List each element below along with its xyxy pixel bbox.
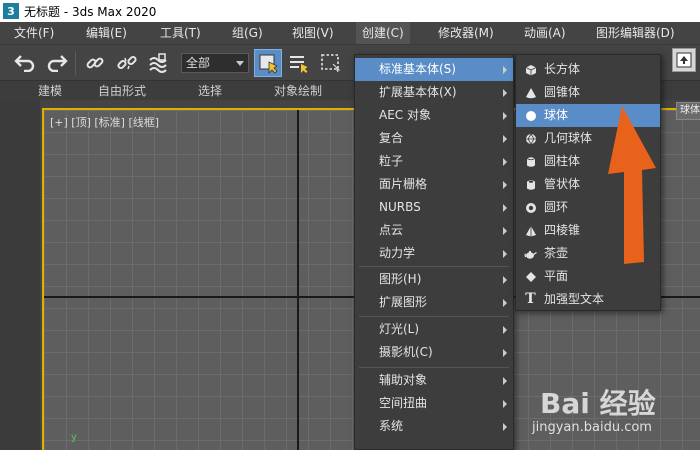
ribbon-tab-object-paint[interactable]: 对象绘制 [274, 81, 322, 101]
create-menu-extended-primitives[interactable]: 扩展基本体(X) [355, 81, 513, 104]
submenu-arrow-icon [503, 250, 507, 258]
menu-group[interactable]: 组(G) [226, 22, 269, 44]
unlink-icon[interactable] [114, 50, 140, 76]
grid-axis-vertical [297, 110, 299, 450]
title-bar: 3 无标题 - 3ds Max 2020 [0, 0, 700, 22]
create-menu-standard-primitives[interactable]: 标准基本体(S) [355, 58, 513, 81]
annotation-arrow [608, 106, 656, 264]
menu-view[interactable]: 视图(V) [286, 22, 340, 44]
command-panel-button[interactable] [672, 48, 696, 72]
plane-icon [524, 270, 537, 283]
toolbar-divider [75, 51, 76, 75]
create-menu-helpers[interactable]: 辅助对象 [355, 369, 513, 392]
watermark-logo: Bai 经验 [540, 387, 656, 420]
create-menu-systems[interactable]: 系统 [355, 415, 513, 438]
select-object-button[interactable] [254, 49, 282, 77]
menu-separator [359, 266, 509, 267]
pyramid-icon [524, 224, 537, 237]
create-menu-aec-objects[interactable]: AEC 对象 [355, 104, 513, 127]
submenu-arrow-icon [503, 400, 507, 408]
primitive-plane[interactable]: 平面 [516, 265, 660, 288]
app-logo-icon: 3 [3, 3, 19, 19]
axis-gizmo-y: y [71, 432, 77, 443]
menu-edit[interactable]: 编辑(E) [80, 22, 133, 44]
teapot-icon [524, 247, 537, 260]
select-by-name-icon[interactable] [286, 50, 312, 76]
redo-icon[interactable] [44, 50, 70, 76]
chevron-down-icon [236, 61, 244, 66]
selection-filter-value: 全部 [186, 56, 211, 70]
create-menu-shapes[interactable]: 图形(H) [355, 268, 513, 291]
link-icon[interactable] [82, 50, 108, 76]
geosphere-icon [524, 132, 537, 145]
ribbon-tab-freeform[interactable]: 自由形式 [98, 81, 146, 101]
submenu-arrow-icon [503, 423, 507, 431]
sphere-icon [524, 109, 537, 122]
submenu-arrow-icon [503, 135, 507, 143]
submenu-arrow-icon [503, 66, 507, 74]
ribbon-tab-selection[interactable]: 选择 [198, 81, 222, 101]
menu-animation[interactable]: 动画(A) [518, 22, 572, 44]
menu-file[interactable]: 文件(F) [8, 22, 60, 44]
menu-create[interactable]: 创建(C) [356, 22, 410, 44]
submenu-arrow-icon [503, 299, 507, 307]
ribbon-tab-modeling[interactable]: 建模 [38, 81, 62, 101]
cylinder-icon [524, 155, 537, 168]
left-panel [0, 100, 40, 450]
menu-separator [359, 367, 509, 368]
create-menu-compound[interactable]: 复合 [355, 127, 513, 150]
menu-modifiers[interactable]: 修改器(M) [432, 22, 500, 44]
create-menu-point-cloud[interactable]: 点云 [355, 219, 513, 242]
submenu-arrow-icon [503, 227, 507, 235]
create-menu-lights[interactable]: 灯光(L) [355, 318, 513, 341]
create-menu: 标准基本体(S) 扩展基本体(X) AEC 对象 复合 粒子 面片栅格 NURB… [354, 54, 514, 450]
cone-icon [524, 86, 537, 99]
submenu-arrow-icon [503, 377, 507, 385]
menu-graph-editors[interactable]: 图形编辑器(D) [590, 22, 681, 44]
box-icon [524, 63, 537, 76]
create-menu-patch-grids[interactable]: 面片栅格 [355, 173, 513, 196]
submenu-arrow-icon [503, 276, 507, 284]
window-title: 无标题 - 3ds Max 2020 [24, 4, 157, 19]
create-menu-space-warps[interactable]: 空间扭曲 [355, 392, 513, 415]
create-menu-dynamics[interactable]: 动力学 [355, 242, 513, 265]
submenu-arrow-icon [503, 204, 507, 212]
viewport-label[interactable]: [+] [顶] [标准] [线框] [50, 114, 159, 130]
create-menu-particles[interactable]: 粒子 [355, 150, 513, 173]
submenu-arrow-icon [503, 349, 507, 357]
primitive-cone[interactable]: 圆锥体 [516, 81, 660, 104]
selection-filter-dropdown[interactable]: 全部 [181, 53, 249, 73]
menu-separator [359, 316, 509, 317]
primitive-box[interactable]: 长方体 [516, 58, 660, 81]
submenu-arrow-icon [503, 89, 507, 97]
primitive-text-plus[interactable]: T 加强型文本 [516, 288, 660, 311]
menu-tools[interactable]: 工具(T) [154, 22, 207, 44]
submenu-arrow-icon [503, 158, 507, 166]
create-menu-extended-shapes[interactable]: 扩展图形 [355, 291, 513, 314]
torus-icon [524, 201, 537, 214]
tooltip: 球体 [676, 102, 700, 120]
bind-space-warp-icon[interactable] [146, 50, 172, 76]
submenu-arrow-icon [503, 181, 507, 189]
tube-icon [524, 178, 537, 191]
watermark: Bai 经验 jingyan.baidu.com [532, 372, 692, 442]
watermark-url: jingyan.baidu.com [532, 420, 652, 435]
rectangular-selection-icon[interactable] [318, 50, 344, 76]
menu-bar: 文件(F) 编辑(E) 工具(T) 组(G) 视图(V) 创建(C) 修改器(M… [0, 22, 700, 44]
submenu-arrow-icon [503, 326, 507, 334]
submenu-arrow-icon [503, 112, 507, 120]
create-menu-cameras[interactable]: 摄影机(C) [355, 341, 513, 364]
text-icon: T [525, 291, 536, 307]
undo-icon[interactable] [12, 50, 38, 76]
create-menu-nurbs[interactable]: NURBS [355, 196, 513, 219]
